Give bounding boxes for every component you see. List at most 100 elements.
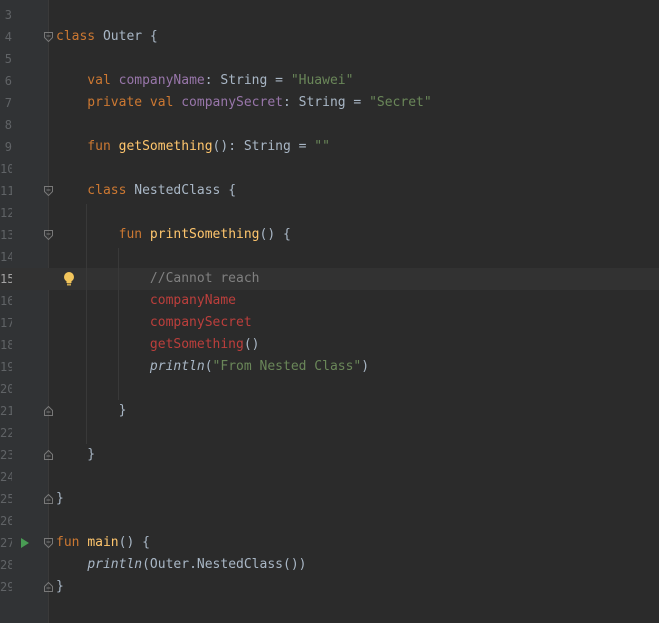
code-token: : String = bbox=[204, 73, 291, 88]
line-number[interactable]: 12 bbox=[0, 202, 12, 224]
code-line[interactable]: 26 bbox=[0, 510, 659, 532]
code-token: companyName bbox=[56, 293, 237, 308]
code-text[interactable]: private val companySecret: String = "Sec… bbox=[56, 92, 431, 114]
code-text[interactable]: } bbox=[56, 576, 64, 598]
code-line[interactable]: 23 } bbox=[0, 444, 659, 466]
line-number[interactable]: 8 bbox=[0, 114, 12, 136]
code-line[interactable]: 29} bbox=[0, 576, 659, 598]
line-number[interactable]: 15 bbox=[0, 268, 12, 290]
line-number[interactable]: 5 bbox=[0, 48, 12, 70]
code-line[interactable]: 27 fun main() { bbox=[0, 532, 659, 554]
code-text[interactable]: fun printSomething() { bbox=[56, 224, 291, 246]
code-text[interactable]: } bbox=[56, 444, 95, 466]
code-line[interactable]: 20 bbox=[0, 378, 659, 400]
code-token: println bbox=[149, 359, 205, 374]
code-text[interactable]: println(Outer.NestedClass()) bbox=[56, 554, 306, 576]
code-line[interactable]: 24 bbox=[0, 466, 659, 488]
fold-open-icon[interactable] bbox=[44, 230, 53, 240]
code-line[interactable]: 12 bbox=[0, 202, 659, 224]
code-token: class bbox=[56, 29, 103, 44]
line-number[interactable]: 26 bbox=[0, 510, 12, 532]
code-line[interactable]: 5 bbox=[0, 48, 659, 70]
code-text[interactable]: } bbox=[56, 400, 127, 422]
code-token: } bbox=[56, 579, 64, 594]
line-number[interactable]: 24 bbox=[0, 466, 12, 488]
line-number[interactable]: 4 bbox=[0, 26, 12, 48]
indent-guide bbox=[118, 248, 119, 400]
code-token: () { bbox=[259, 227, 291, 242]
code-line[interactable]: 10 bbox=[0, 158, 659, 180]
code-token: () bbox=[243, 337, 260, 352]
line-number[interactable]: 14 bbox=[0, 246, 12, 268]
line-number[interactable]: 28 bbox=[0, 554, 12, 576]
code-line[interactable]: 21 } bbox=[0, 400, 659, 422]
code-line[interactable]: 14 bbox=[0, 246, 659, 268]
code-line[interactable]: 6 val companyName: String = "Huawei" bbox=[0, 70, 659, 92]
code-token: companySecret bbox=[181, 95, 283, 110]
fold-open-icon[interactable] bbox=[44, 538, 53, 548]
fold-open-icon[interactable] bbox=[44, 32, 53, 42]
line-number[interactable]: 21 bbox=[0, 400, 12, 422]
code-token: getSomething bbox=[118, 139, 213, 154]
code-token: } bbox=[56, 447, 96, 462]
code-token: fun bbox=[56, 535, 88, 550]
code-line[interactable]: 19 println("From Nested Class") bbox=[0, 356, 659, 378]
line-number[interactable]: 22 bbox=[0, 422, 12, 444]
code-line[interactable]: 17 companySecret bbox=[0, 312, 659, 334]
line-number[interactable]: 17 bbox=[0, 312, 12, 334]
run-icon[interactable] bbox=[20, 537, 30, 549]
code-line[interactable]: 28 println(Outer.NestedClass()) bbox=[0, 554, 659, 576]
fold-end-icon[interactable] bbox=[44, 450, 53, 460]
code-line[interactable]: 8 bbox=[0, 114, 659, 136]
code-token: "" bbox=[314, 139, 330, 154]
fold-end-icon[interactable] bbox=[44, 582, 53, 592]
code-text[interactable]: fun main() { bbox=[56, 532, 150, 554]
code-token: val bbox=[56, 73, 119, 88]
code-text[interactable]: } bbox=[56, 488, 64, 510]
line-number[interactable]: 11 bbox=[0, 180, 12, 202]
code-line[interactable]: 7 private val companySecret: String = "S… bbox=[0, 92, 659, 114]
code-line[interactable]: 4 class Outer { bbox=[0, 26, 659, 48]
code-line[interactable]: 13 fun printSomething() { bbox=[0, 224, 659, 246]
line-number[interactable]: 29 bbox=[0, 576, 12, 598]
fold-end-icon[interactable] bbox=[44, 494, 53, 504]
code-editor[interactable]: 3 4 class Outer {5 6 val companyName: Strin… bbox=[0, 0, 659, 623]
code-line[interactable]: 22 bbox=[0, 422, 659, 444]
code-token: println bbox=[87, 557, 143, 572]
code-text[interactable]: println("From Nested Class") bbox=[56, 356, 369, 378]
code-line[interactable]: 3 bbox=[0, 4, 659, 26]
fold-open-icon[interactable] bbox=[44, 186, 53, 196]
line-number[interactable]: 25 bbox=[0, 488, 12, 510]
line-number[interactable]: 19 bbox=[0, 356, 12, 378]
code-line[interactable]: 18 getSomething() bbox=[0, 334, 659, 356]
code-text[interactable]: class NestedClass { bbox=[56, 180, 236, 202]
code-line[interactable]: 11 class NestedClass { bbox=[0, 180, 659, 202]
code-text[interactable]: fun getSomething(): String = "" bbox=[56, 136, 330, 158]
code-token: private val bbox=[56, 95, 182, 110]
line-number[interactable]: 16 bbox=[0, 290, 12, 312]
code-text[interactable]: companyName bbox=[56, 290, 236, 312]
code-token: NestedClass { bbox=[134, 183, 237, 198]
line-number[interactable]: 18 bbox=[0, 334, 12, 356]
line-number[interactable]: 10 bbox=[0, 158, 12, 180]
line-number[interactable]: 27 bbox=[0, 532, 12, 554]
line-number[interactable]: 9 bbox=[0, 136, 12, 158]
line-number[interactable]: 20 bbox=[0, 378, 12, 400]
line-number[interactable]: 23 bbox=[0, 444, 12, 466]
code-line[interactable]: 9 fun getSomething(): String = "" bbox=[0, 136, 659, 158]
code-line[interactable]: 16 companyName bbox=[0, 290, 659, 312]
code-line[interactable]: 25} bbox=[0, 488, 659, 510]
line-number[interactable]: 7 bbox=[0, 92, 12, 114]
code-token: class bbox=[56, 183, 135, 198]
code-token: fun bbox=[56, 139, 119, 154]
fold-end-icon[interactable] bbox=[44, 406, 53, 416]
code-text[interactable]: val companyName: String = "Huawei" bbox=[56, 70, 353, 92]
code-token: ) bbox=[361, 359, 370, 374]
code-line[interactable]: 15 //Cannot reach bbox=[0, 268, 659, 290]
line-number[interactable]: 3 bbox=[0, 4, 12, 26]
line-number[interactable]: 13 bbox=[0, 224, 12, 246]
line-number[interactable]: 6 bbox=[0, 70, 12, 92]
code-text[interactable]: class Outer { bbox=[56, 26, 158, 48]
